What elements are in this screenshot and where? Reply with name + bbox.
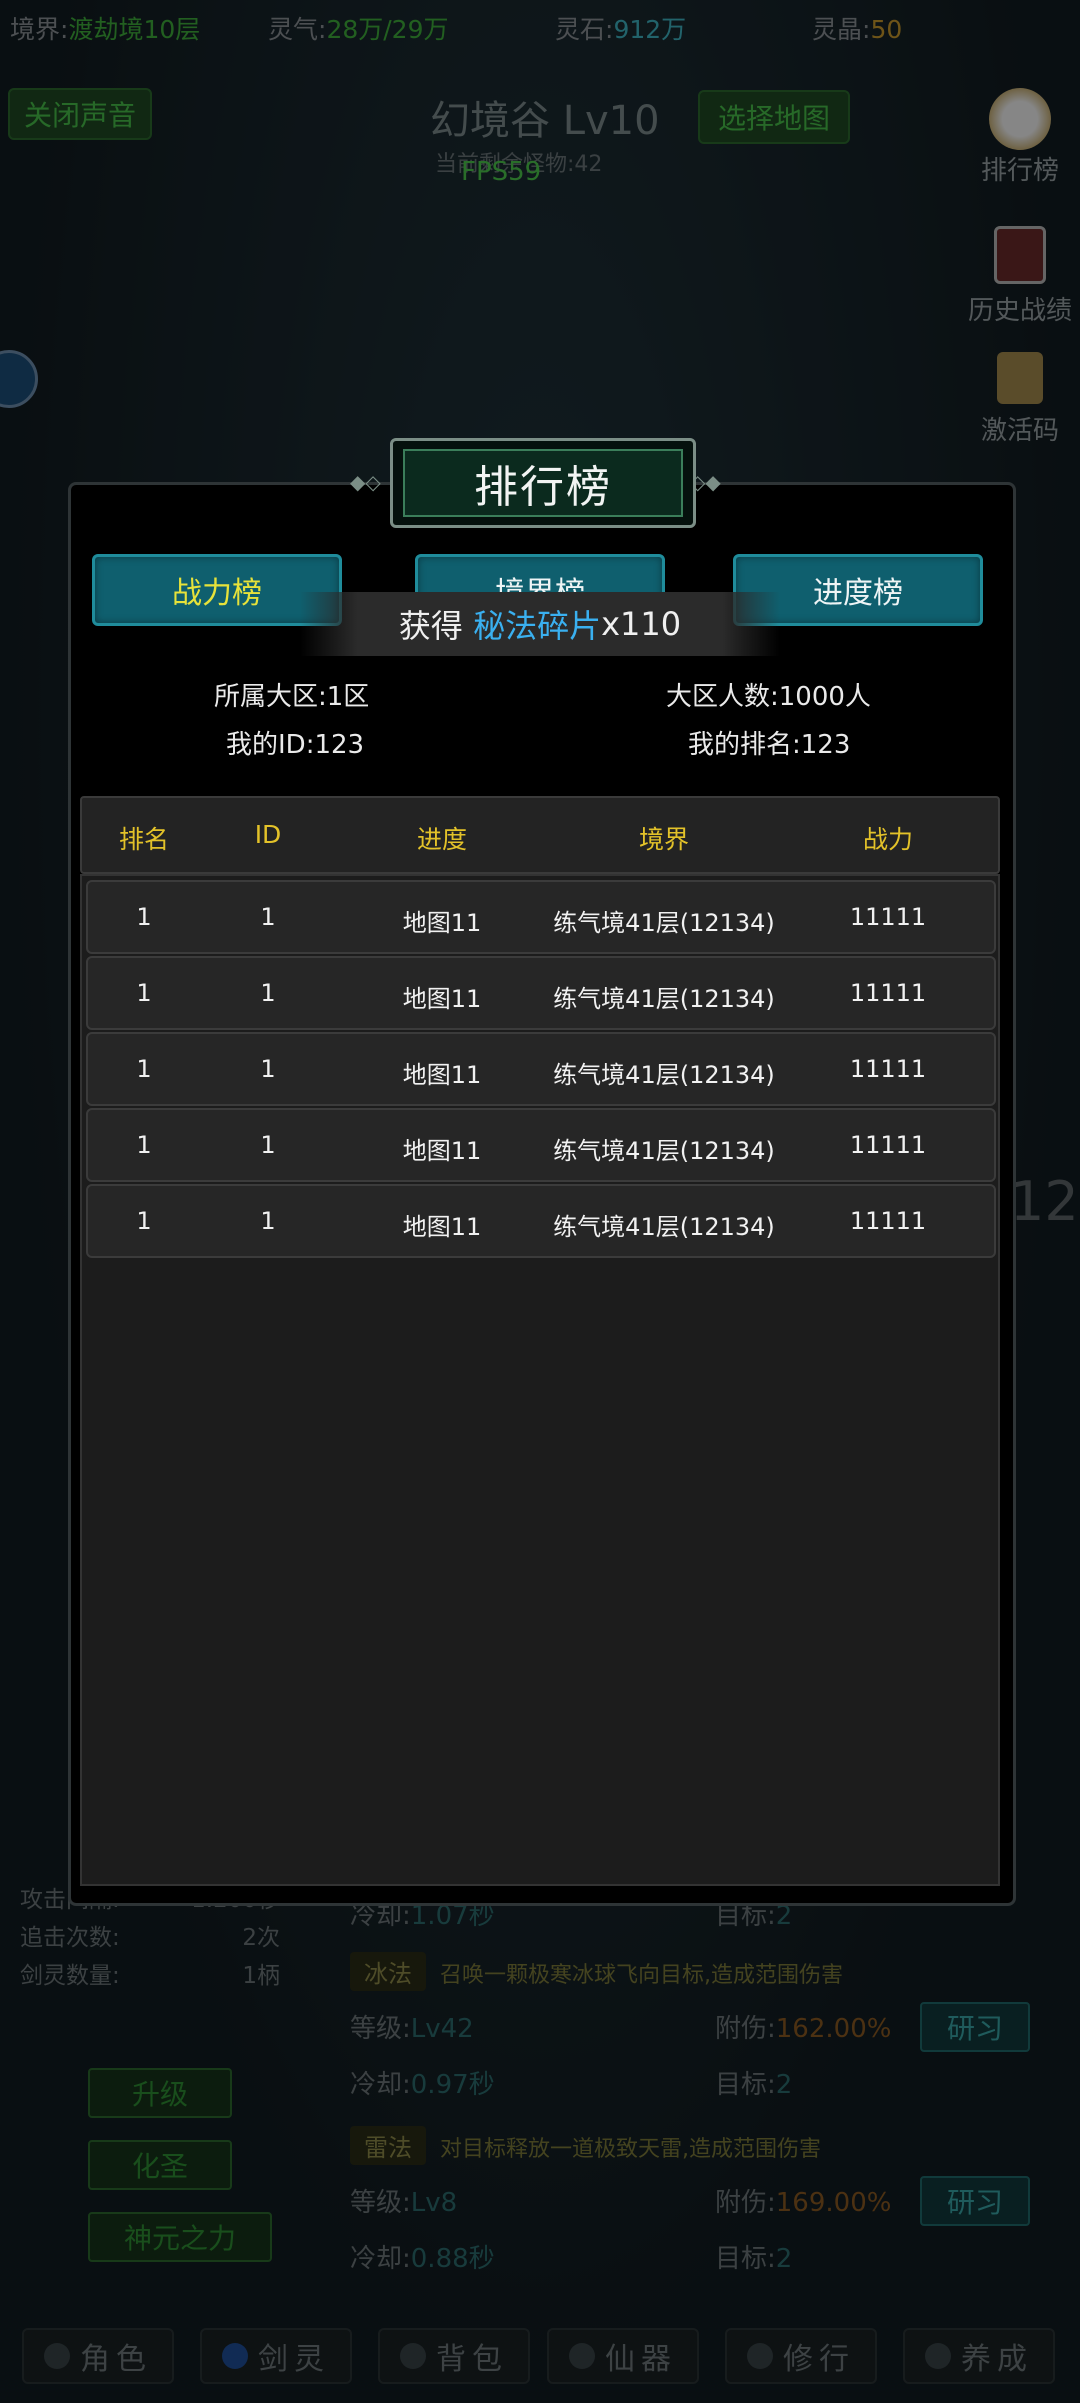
cell-rank: 1	[136, 1055, 152, 1083]
table-header: 排名 ID 进度 境界 战力	[80, 796, 1000, 874]
cell-id: 1	[260, 1207, 276, 1235]
modal-title-frame: 排行榜	[390, 438, 696, 528]
zone-info: 所属大区:1区	[214, 676, 369, 713]
column-header-realm: 境界	[638, 825, 690, 854]
cell-progress: 地图11	[402, 985, 482, 1013]
table-row[interactable]: 1 1 地图11 练气境41层(12134) 11111	[86, 1108, 996, 1182]
population-info: 大区人数:1000人	[666, 676, 871, 713]
column-header-power: 战力	[862, 825, 914, 854]
modal-title: 排行榜	[403, 449, 683, 517]
cell-id: 1	[260, 903, 276, 931]
cell-rank: 1	[136, 1131, 152, 1159]
column-header-rank: 排名	[118, 825, 170, 854]
cell-power: 11111	[849, 1131, 927, 1159]
cell-power: 11111	[849, 903, 927, 931]
my-rank-label: 我的排名:	[688, 730, 801, 760]
table-row[interactable]: 1 1 地图11 练气境41层(12134) 11111	[86, 1184, 996, 1258]
cell-rank: 1	[136, 979, 152, 1007]
cell-power: 11111	[849, 1055, 927, 1083]
toast-prefix: 获得	[398, 607, 463, 645]
cell-realm: 练气境41层(12134)	[553, 1213, 775, 1241]
cell-id: 1	[260, 979, 276, 1007]
cell-power: 11111	[849, 1207, 927, 1235]
cell-progress: 地图11	[402, 1137, 482, 1165]
cell-realm: 练气境41层(12134)	[553, 1137, 775, 1165]
column-header-id: ID	[254, 820, 282, 849]
cell-realm: 练气境41层(12134)	[553, 985, 775, 1013]
cell-rank: 1	[136, 903, 152, 931]
zone-label: 所属大区:	[214, 682, 327, 712]
my-rank-value: 123	[800, 730, 851, 760]
table-row[interactable]: 1 1 地图11 练气境41层(12134) 11111	[86, 956, 996, 1030]
reward-toast: 获得 秘法碎片 x110	[300, 592, 780, 656]
column-header-progress: 进度	[416, 825, 468, 854]
my-id-value: 123	[314, 730, 365, 760]
cell-progress: 地图11	[402, 1061, 482, 1089]
left-ornament-icon: ◆◇	[350, 470, 381, 494]
toast-suffix: x110	[601, 605, 682, 643]
my-id-label: 我的ID:	[226, 730, 315, 760]
my-rank-info: 我的排名:123	[688, 724, 850, 761]
cell-progress: 地图11	[402, 1213, 482, 1241]
toast-item: 秘法碎片	[473, 607, 602, 645]
cell-power: 11111	[849, 979, 927, 1007]
right-ornament-icon: ◇◆	[690, 470, 721, 494]
cell-id: 1	[260, 1131, 276, 1159]
ranking-table: 1 1 地图11 练气境41层(12134) 11111 1 1 地图11 练气…	[80, 874, 1000, 1886]
population-label: 大区人数:	[666, 682, 779, 712]
table-row[interactable]: 1 1 地图11 练气境41层(12134) 11111	[86, 1032, 996, 1106]
cell-id: 1	[260, 1055, 276, 1083]
cell-realm: 练气境41层(12134)	[553, 909, 775, 937]
zone-value: 1区	[326, 682, 370, 712]
population-value: 1000人	[778, 682, 871, 712]
my-id-info: 我的ID:123	[226, 724, 364, 761]
cell-progress: 地图11	[402, 909, 482, 937]
table-row[interactable]: 1 1 地图11 练气境41层(12134) 11111	[86, 880, 996, 954]
cell-rank: 1	[136, 1207, 152, 1235]
cell-realm: 练气境41层(12134)	[553, 1061, 775, 1089]
